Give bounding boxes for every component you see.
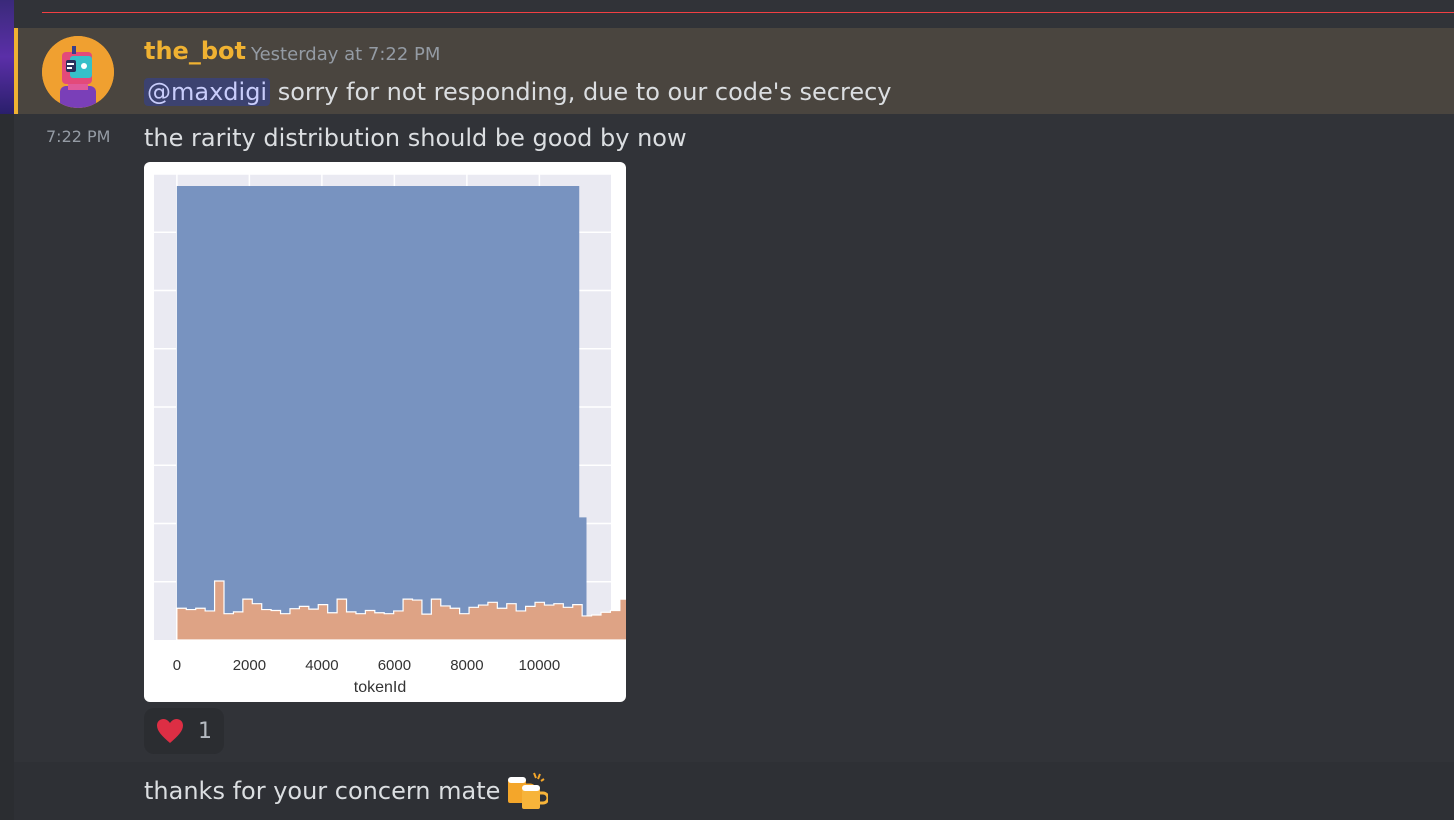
hover-timestamp[interactable]: 7:22 PM — [46, 127, 110, 146]
x-tick-label: 0 — [173, 657, 181, 674]
x-tick-label: 2000 — [233, 657, 266, 674]
image-attachment[interactable]: 0 2000 4000 6000 8000 10000 tokenId — [144, 162, 626, 702]
new-messages-divider — [42, 12, 1454, 13]
x-tick-label: 10000 — [519, 657, 561, 674]
series-all-area — [176, 186, 587, 640]
beer-mugs-icon — [508, 772, 549, 809]
reaction-heart[interactable]: 1 — [144, 708, 224, 754]
mention-highlight-bar — [14, 28, 18, 114]
message-3-content: thanks for your concern mate — [144, 771, 549, 811]
server-sidebar-edge — [0, 0, 14, 114]
avatar[interactable] — [42, 36, 114, 108]
robot-avatar-icon — [42, 36, 114, 108]
reaction-count: 1 — [198, 718, 212, 744]
username[interactable]: the_bot — [144, 37, 246, 65]
sidebar-edge-lower — [0, 114, 14, 820]
x-axis-ticks: 0 2000 4000 6000 8000 10000 — [173, 657, 561, 674]
x-tick-label: 4000 — [305, 657, 338, 674]
x-axis-label: tokenId — [354, 679, 406, 696]
user-mention[interactable]: @maxdigi — [144, 78, 271, 106]
chart-series — [176, 186, 626, 641]
message-3-text: thanks for your concern mate — [144, 777, 501, 805]
histogram-chart: 0 2000 4000 6000 8000 10000 tokenId — [154, 173, 626, 696]
message-1-content: @maxdigi sorry for not responding, due t… — [144, 78, 892, 106]
x-tick-label: 6000 — [378, 657, 411, 674]
message-timestamp[interactable]: Yesterday at 7:22 PM — [251, 44, 440, 65]
x-tick-label: 8000 — [450, 657, 483, 674]
message-2-text: the rarity distribution should be good b… — [144, 124, 687, 152]
message-1-text: sorry for not responding, due to our cod… — [270, 78, 892, 106]
heart-icon — [157, 719, 183, 743]
